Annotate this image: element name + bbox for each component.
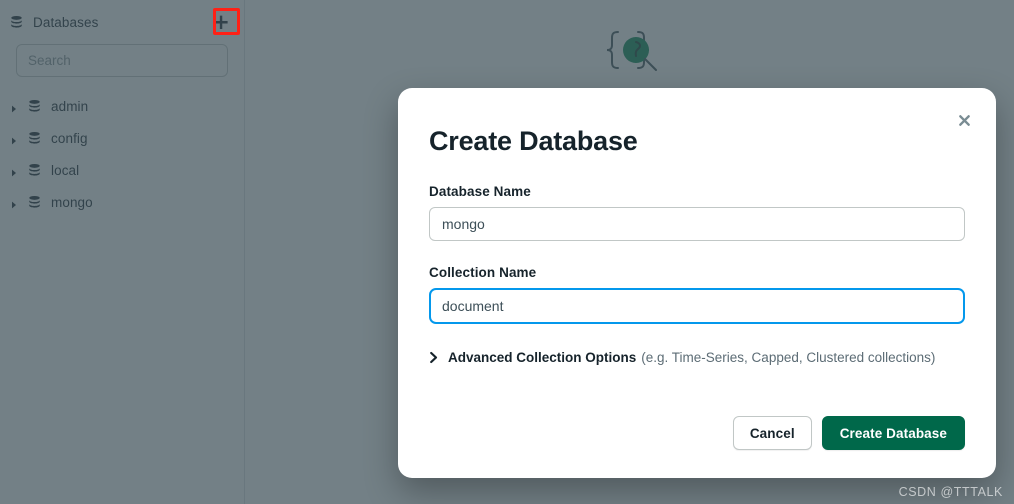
close-icon[interactable]	[952, 108, 976, 132]
field-collection-name: Collection Name	[429, 265, 965, 324]
database-name-input[interactable]	[429, 207, 965, 241]
collection-name-input[interactable]	[429, 288, 965, 324]
field-label: Database Name	[429, 184, 531, 199]
page-title: Create Database	[429, 126, 638, 156]
modal-actions: Cancel Create Database	[732, 416, 965, 450]
field-label: Collection Name	[429, 265, 537, 280]
chevron-right-icon	[429, 351, 439, 364]
advanced-options-label: Advanced Collection Options	[448, 350, 637, 365]
field-database-name: Database Name	[429, 184, 965, 241]
app-root: Databases +	[0, 0, 1014, 504]
advanced-options-hint: (e.g. Time-Series, Capped, Clustered col…	[641, 350, 936, 365]
cancel-button[interactable]: Cancel	[732, 416, 812, 450]
create-database-modal: Create Database Database Name Collection…	[398, 88, 996, 478]
advanced-collection-options-toggle[interactable]: Advanced Collection Options (e.g. Time-S…	[429, 350, 965, 365]
create-database-button[interactable]: Create Database	[821, 416, 965, 450]
